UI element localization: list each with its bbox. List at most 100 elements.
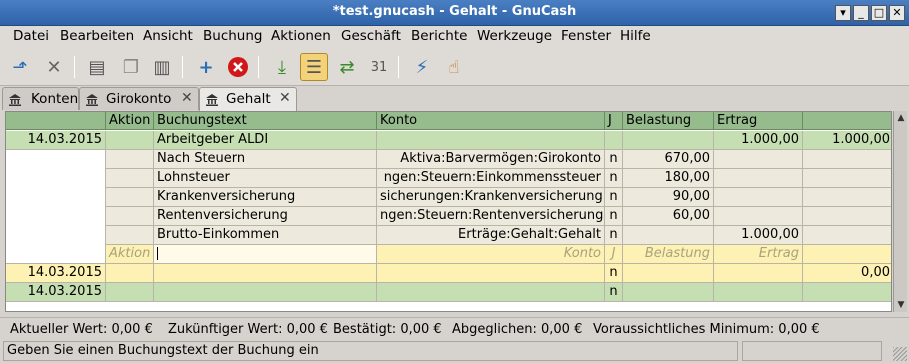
split-row[interactable]: Rentenversicherung ngen:Steuern:Rentenve…: [6, 207, 891, 226]
reconcile-cell[interactable]: [605, 131, 623, 150]
menu-datei[interactable]: Datei: [13, 28, 49, 44]
table-row[interactable]: 14.03.2015 n 0,00: [6, 264, 891, 283]
reconcile-cell[interactable]: n: [605, 188, 623, 207]
credit-cell[interactable]: [714, 150, 803, 169]
action-cell[interactable]: [106, 283, 154, 302]
maximize-button[interactable]: □: [871, 5, 887, 21]
account-cell[interactable]: [377, 264, 605, 283]
split-view-icon[interactable]: ☰: [300, 53, 328, 81]
split-row[interactable]: Krankenversicherung sicherungen:Krankenv…: [6, 188, 891, 207]
action-cell[interactable]: [106, 188, 154, 207]
register-grid[interactable]: Aktion Buchungstext Konto J Belastung Er…: [5, 111, 892, 312]
credit-cell[interactable]: [714, 188, 803, 207]
enter-icon[interactable]: ⤓: [268, 53, 296, 81]
new-split-row[interactable]: Aktion Konto J Belastung Ertrag: [6, 245, 891, 264]
debit-cell[interactable]: [623, 264, 714, 283]
transfer-icon[interactable]: ⚡: [408, 53, 436, 81]
reconcile-cell[interactable]: n: [605, 226, 623, 245]
credit-cell[interactable]: 1.000,00: [714, 131, 803, 150]
menu-berichte[interactable]: Berichte: [411, 28, 467, 44]
description-cell[interactable]: Arbeitgeber ALDI: [154, 131, 377, 150]
account-cell[interactable]: ngen:Steuern:Rentenversicherung: [377, 207, 605, 226]
action-cell[interactable]: [106, 169, 154, 188]
credit-cell[interactable]: [714, 169, 803, 188]
account-cell[interactable]: Aktiva:Barvermögen:Girokonto: [377, 150, 605, 169]
reconcile-cell[interactable]: n: [605, 207, 623, 226]
split-row[interactable]: Brutto-Einkommen Erträge:Gehalt:Gehalt n…: [6, 226, 891, 245]
account-cell[interactable]: sicherungen:Krankenversicherung: [377, 188, 605, 207]
reconcile-cell[interactable]: n: [605, 264, 623, 283]
credit-cell[interactable]: [714, 264, 803, 283]
add-icon[interactable]: +: [192, 53, 220, 81]
reconcile-icon[interactable]: ☝: [440, 53, 468, 81]
save-icon[interactable]: ⬏: [6, 53, 34, 81]
delete-icon[interactable]: [224, 53, 252, 81]
memo-cell[interactable]: Rentenversicherung: [154, 207, 377, 226]
account-input[interactable]: Konto: [377, 245, 605, 264]
reconcile-cell[interactable]: n: [605, 283, 623, 302]
vertical-scrollbar[interactable]: ▲ ▼: [893, 111, 907, 312]
debit-cell[interactable]: 180,00: [623, 169, 714, 188]
memo-cell[interactable]: Brutto-Einkommen: [154, 226, 377, 245]
scroll-down-icon[interactable]: ▼: [894, 298, 908, 312]
menu-buchung[interactable]: Buchung: [203, 28, 262, 44]
debit-cell[interactable]: [623, 226, 714, 245]
tab-gehalt[interactable]: Gehalt ✕: [199, 87, 297, 111]
close-tab-icon[interactable]: ✕: [279, 90, 291, 106]
minimize-button[interactable]: _: [853, 5, 869, 21]
memo-cell[interactable]: Krankenversicherung: [154, 188, 377, 207]
menu-werkzeuge[interactable]: Werkzeuge: [477, 28, 552, 44]
pin-button[interactable]: ▾: [835, 5, 851, 21]
debit-cell[interactable]: [623, 283, 714, 302]
tab-konten[interactable]: Konten: [2, 87, 79, 110]
menu-fenster[interactable]: Fenster: [561, 28, 611, 44]
memo-cell[interactable]: Nach Steuern: [154, 150, 377, 169]
close-tab-icon[interactable]: ✕: [181, 90, 193, 106]
action-cell[interactable]: [106, 150, 154, 169]
action-input[interactable]: Aktion: [106, 245, 154, 264]
reconcile-input[interactable]: J: [605, 245, 623, 264]
description-cell[interactable]: [154, 264, 377, 283]
credit-cell[interactable]: 1.000,00: [714, 226, 803, 245]
account-cell[interactable]: Erträge:Gehalt:Gehalt: [377, 226, 605, 245]
menu-ansicht[interactable]: Ansicht: [143, 28, 193, 44]
menu-bearbeiten[interactable]: Bearbeiten: [60, 28, 134, 44]
action-cell[interactable]: [106, 264, 154, 283]
schedule-icon[interactable]: 31: [365, 53, 393, 81]
date-cell[interactable]: 14.03.2015: [6, 131, 106, 150]
memo-cell[interactable]: Lohnsteuer: [154, 169, 377, 188]
table-row[interactable]: 14.03.2015 Arbeitgeber ALDI 1.000,00 1.0…: [6, 131, 891, 150]
split-row[interactable]: Nach Steuern Aktiva:Barvermögen:Girokont…: [6, 150, 891, 169]
debit-cell[interactable]: 670,00: [623, 150, 714, 169]
close-icon[interactable]: ✕: [40, 53, 68, 81]
account-cell[interactable]: [377, 131, 605, 150]
jump-icon[interactable]: ⇄: [333, 53, 361, 81]
menu-geschaeft[interactable]: Geschäft: [341, 28, 401, 44]
credit-cell[interactable]: [714, 207, 803, 226]
menu-aktionen[interactable]: Aktionen: [271, 28, 331, 44]
date-cell[interactable]: 14.03.2015: [6, 283, 106, 302]
resize-grip-icon[interactable]: [893, 347, 907, 361]
print-icon[interactable]: ▥: [148, 53, 176, 81]
table-row[interactable]: 14.03.2015 n: [6, 283, 891, 302]
credit-cell[interactable]: [714, 283, 803, 302]
reconcile-cell[interactable]: n: [605, 150, 623, 169]
tab-girokonto[interactable]: Girokonto ✕: [79, 87, 199, 110]
debit-cell[interactable]: [623, 131, 714, 150]
split-row[interactable]: Lohnsteuer ngen:Steuern:Einkommenssteuer…: [6, 169, 891, 188]
close-window-button[interactable]: ✕: [889, 5, 905, 21]
debit-cell[interactable]: 60,00: [623, 207, 714, 226]
scroll-up-icon[interactable]: ▲: [894, 111, 908, 125]
description-cell[interactable]: [154, 283, 377, 302]
action-cell[interactable]: [106, 207, 154, 226]
debit-input[interactable]: Belastung: [623, 245, 714, 264]
action-cell[interactable]: [106, 226, 154, 245]
account-cell[interactable]: [377, 283, 605, 302]
duplicate-icon[interactable]: ❐: [117, 53, 145, 81]
memo-input[interactable]: [154, 245, 377, 264]
menu-hilfe[interactable]: Hilfe: [620, 28, 651, 44]
account-cell[interactable]: ngen:Steuern:Einkommenssteuer: [377, 169, 605, 188]
credit-input[interactable]: Ertrag: [714, 245, 803, 264]
action-cell[interactable]: [106, 131, 154, 150]
date-cell[interactable]: 14.03.2015: [6, 264, 106, 283]
